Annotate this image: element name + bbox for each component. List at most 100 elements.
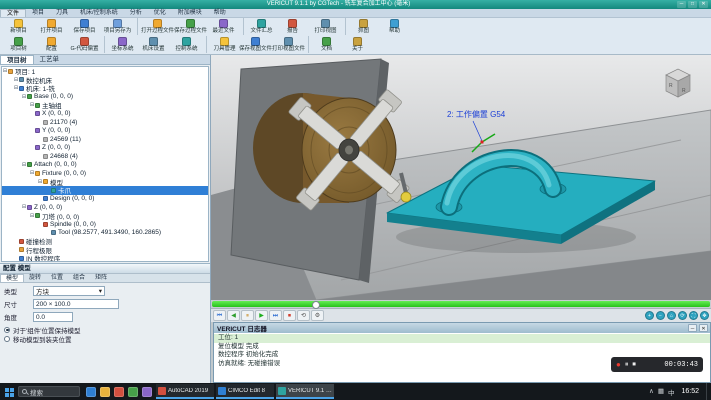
clock[interactable]: 16:52 <box>678 388 702 395</box>
view-button[interactable]: − <box>656 311 665 320</box>
transport-button[interactable]: ⏹ <box>283 310 296 321</box>
transport-button[interactable]: ⏮ <box>213 310 226 321</box>
transport-button[interactable]: ⟲ <box>297 310 310 321</box>
tree-node[interactable]: ⊟ Z (0, 0, 0) <box>2 203 208 212</box>
tree-node[interactable]: 21170 (4) <box>2 118 208 127</box>
tree-node[interactable]: ⊟ Base (0, 0, 0) <box>2 93 208 102</box>
ribbon-button[interactable]: G-代码偏置 <box>68 36 101 53</box>
config-tab[interactable]: 模型 <box>0 274 24 282</box>
panel-tab[interactable]: 项目树 <box>0 55 34 64</box>
pause-icon[interactable]: ⏸ <box>625 357 629 372</box>
tree-node[interactable]: 24569 (11) <box>2 135 208 144</box>
taskbar-app-button[interactable]: AutoCAD 2019 <box>156 384 214 399</box>
machine-viewport[interactable]: 2: 工作偏置 G54 R R <box>211 55 711 300</box>
orientation-cube[interactable]: R R <box>666 69 690 97</box>
quick-launch-icon[interactable] <box>142 387 152 397</box>
ribbon-button[interactable]: 文件汇总 <box>243 18 276 35</box>
model-type-select[interactable]: 方块 ▾ <box>33 286 105 296</box>
ribbon-button[interactable]: 关于 <box>341 36 374 53</box>
ribbon-tab[interactable]: 分析 <box>124 9 148 17</box>
ribbon-button[interactable]: 项目树 <box>2 36 35 53</box>
view-button[interactable]: ⛶ <box>689 311 698 320</box>
radio-option[interactable]: 移动模型到装夹位置 <box>4 334 206 343</box>
view-button[interactable]: ⟳ <box>678 311 687 320</box>
ribbon-button[interactable]: 抓图 <box>345 18 378 35</box>
tree-node[interactable]: ⊟ 刀塔 (0, 0, 0) <box>2 212 208 221</box>
ribbon-button[interactable]: 配置 <box>35 36 68 53</box>
ribbon-button[interactable]: 打开过程文件 <box>137 18 174 35</box>
tree-node[interactable]: 24668 (4) <box>2 152 208 161</box>
taskbar-search[interactable]: 搜索 <box>18 386 80 397</box>
tray-icon[interactable]: ▦ <box>658 387 664 397</box>
ribbon-button[interactable]: 文档 <box>308 36 341 53</box>
close-button[interactable]: ✕ <box>699 1 708 8</box>
ribbon-button[interactable]: 新项目 <box>2 18 35 35</box>
config-tab[interactable]: 矩阵 <box>90 274 112 282</box>
ribbon-button[interactable]: 最近文件 <box>207 18 240 35</box>
record-icon[interactable]: ● <box>616 357 621 372</box>
ribbon-tab[interactable]: 文件 <box>0 9 26 17</box>
view-button[interactable]: ✥ <box>700 311 709 320</box>
panel-tab[interactable]: 工艺单 <box>34 55 66 64</box>
view-button[interactable]: + <box>645 311 654 320</box>
nc-progress-bar[interactable] <box>211 300 711 309</box>
ribbon-button[interactable]: 保存过程文件 <box>174 18 207 35</box>
view-button[interactable]: ⌂ <box>667 311 676 320</box>
transport-button[interactable]: ⚙ <box>311 310 324 321</box>
minimize-button[interactable]: ─ <box>677 1 686 8</box>
stop-icon[interactable]: ⏹ <box>632 357 636 372</box>
size-input[interactable] <box>33 299 119 309</box>
quick-launch-icon[interactable] <box>100 387 110 397</box>
tree-node[interactable]: X (0, 0, 0) <box>2 110 208 119</box>
ribbon-button[interactable]: 报告 <box>276 18 309 35</box>
start-button[interactable] <box>0 387 18 397</box>
show-desktop-button[interactable] <box>706 383 709 400</box>
ribbon-tab[interactable]: 项目 <box>26 9 50 17</box>
progress-knob[interactable] <box>312 301 320 309</box>
tray-icon[interactable]: 中 <box>668 387 675 397</box>
ribbon-button[interactable]: 打印视图文件 <box>272 36 305 53</box>
transport-button[interactable]: ⏭ <box>269 310 282 321</box>
tree-node[interactable]: Design (0, 0, 0) <box>2 195 208 204</box>
log-close-button[interactable]: ✕ <box>699 324 708 332</box>
log-minimize-button[interactable]: ─ <box>688 324 697 332</box>
ribbon-button[interactable]: 项目另存为 <box>101 18 134 35</box>
taskbar-app-button[interactable]: VERICUT 9.1 by CGT... <box>276 384 334 399</box>
transport-button[interactable]: ⏸ <box>241 310 254 321</box>
ribbon-button[interactable]: 刀具管理 <box>206 36 239 53</box>
tree-node[interactable]: ⊟ 模型 <box>2 178 208 187</box>
ribbon-tab[interactable]: 帮助 <box>208 9 232 17</box>
transport-button[interactable]: ▶ <box>255 310 268 321</box>
tree-node[interactable]: Z (0, 0, 0) <box>2 144 208 153</box>
config-tab[interactable]: 组合 <box>68 274 90 282</box>
ribbon-button[interactable]: 控制系统 <box>170 36 203 53</box>
tree-node[interactable]: IN 数控程序 <box>2 254 208 262</box>
transport-button[interactable]: ◀ <box>227 310 240 321</box>
quick-launch-icon[interactable] <box>114 387 124 397</box>
ribbon-tab[interactable]: 优化 <box>148 9 172 17</box>
tree-node[interactable]: Y (0, 0, 0) <box>2 127 208 136</box>
ribbon-button[interactable]: 打印视图 <box>309 18 342 35</box>
log-title-bar[interactable]: VERICUT 日志器 ─ ✕ <box>214 323 710 333</box>
ribbon-tab[interactable]: 附加模块 <box>172 9 208 17</box>
angle-input[interactable] <box>33 312 73 322</box>
ribbon-tab[interactable]: 刀具 <box>50 9 74 17</box>
config-tab[interactable]: 位置 <box>46 274 68 282</box>
ribbon-button[interactable]: 保存项目 <box>68 18 101 35</box>
quick-launch-icon[interactable] <box>86 387 96 397</box>
tree-node[interactable]: ⊟ 机床: 1-铣 <box>2 84 208 93</box>
tree-node[interactable]: ⊟ Fixture (0, 0, 0) <box>2 169 208 178</box>
maximize-button[interactable]: □ <box>688 1 697 8</box>
ribbon-button[interactable]: 帮助 <box>378 18 411 35</box>
taskbar-app-button[interactable]: CIMCO Edit 8 <box>216 384 274 399</box>
ribbon-button[interactable]: 坐标系统 <box>104 36 137 53</box>
ribbon-button[interactable]: 打开项目 <box>35 18 68 35</box>
ribbon-button[interactable]: 保存视图文件 <box>239 36 272 53</box>
tree-node[interactable]: 卡爪 <box>2 186 208 195</box>
ribbon-button[interactable]: 机床设置 <box>137 36 170 53</box>
ribbon-tab[interactable]: 机床/控制系统 <box>74 9 124 17</box>
tray-icon[interactable]: ∧ <box>649 387 654 397</box>
tree-node[interactable]: Spindle (0, 0, 0) <box>2 220 208 229</box>
tree-node[interactable]: ⊟ 主轴组 <box>2 101 208 110</box>
quick-launch-icon[interactable] <box>128 387 138 397</box>
